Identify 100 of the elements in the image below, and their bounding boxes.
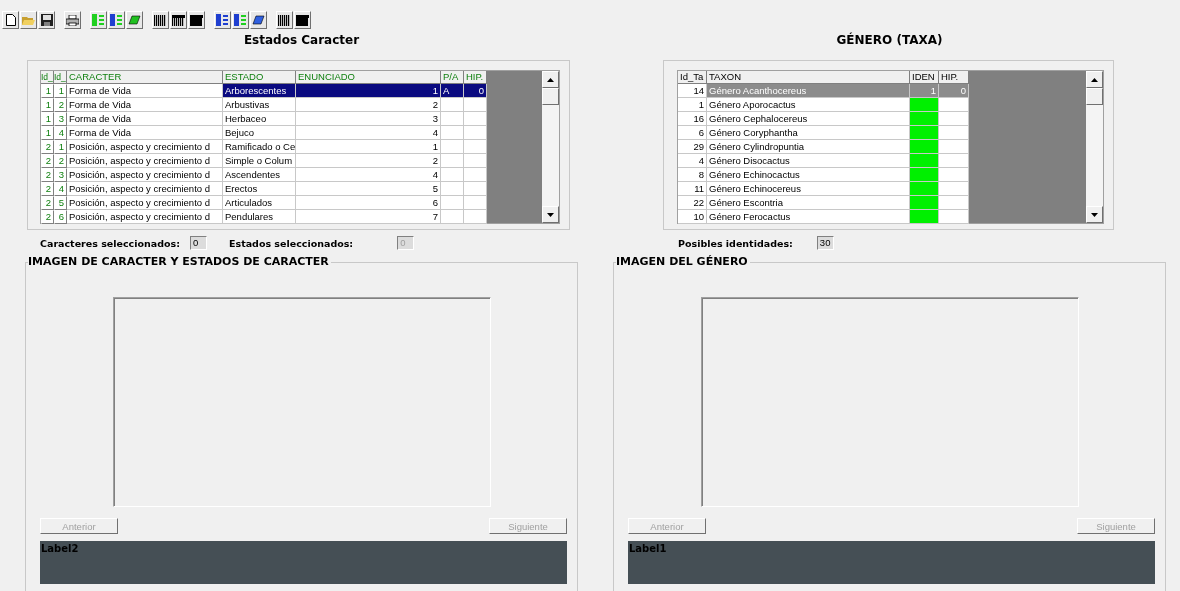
table-cell: Arbustivas [223,98,296,112]
table-cell: Género Coryphantha [707,126,910,140]
scroll-down-button[interactable] [542,206,559,223]
count-field[interactable]: 30 [816,236,834,250]
identity-cell [910,168,939,182]
barcode-icon [190,14,203,26]
panel-title: GÉNERO (TAXA) [836,33,943,49]
scroll-thumb[interactable] [1086,88,1103,105]
barcode-icon [172,14,185,26]
column-header[interactable]: Id_Ta [678,71,707,84]
toolbar-button[interactable] [108,11,125,29]
table-cell: 2 [296,98,441,112]
scroll-up-button[interactable] [542,71,559,88]
table-cell: Posición, aspecto y crecimiento d [67,196,223,210]
table-cell: 1 [296,140,441,154]
table-cell: 6 [296,196,441,210]
table-cell: A [441,84,464,98]
column-header[interactable]: ESTADO [223,71,296,84]
toolbar-button[interactable] [276,11,293,29]
table-cell: 3 [54,168,67,182]
table-cell: Posición, aspecto y crecimiento d [67,168,223,182]
table-cell: Bejuco [223,126,296,140]
table-cell: 1 [41,112,54,126]
column-header[interactable]: Id_ [54,71,67,84]
count-field[interactable]: 0 [190,236,207,250]
identity-cell [910,98,939,112]
table-cell: 2 [41,154,54,168]
column-header[interactable]: P/A [441,71,464,84]
scroll-up-button[interactable] [1086,71,1103,88]
column-header[interactable]: Id_ [41,71,54,84]
identity-cell [910,112,939,126]
identity-cell [910,210,939,224]
table-cell: 4 [54,126,67,140]
toolbar-button[interactable] [126,11,143,29]
table-cell: 10 [678,210,707,224]
toolbar-button[interactable] [38,11,55,29]
printer-icon [66,14,79,26]
scroll-up-icon [1091,77,1098,82]
toolbar-button[interactable] [2,11,19,29]
identity-cell [910,140,939,154]
column-header[interactable]: TAXON [707,71,910,84]
folder-icon [22,14,35,26]
label-panel: Label1 [628,541,1155,584]
list-icon [234,14,247,26]
barcode-icon [278,14,291,26]
table-cell: Articulados [223,196,296,210]
table-cell: 4 [54,182,67,196]
table-cell: 29 [678,140,707,154]
barcode-icon [296,14,309,26]
table-cell: 8 [678,168,707,182]
scroll-thumb[interactable] [542,88,559,105]
new-file-icon [5,14,16,26]
table-cell: 1 [54,84,67,98]
table-cell: Género Acanthocereus [707,84,910,98]
eraser-icon [128,15,141,25]
identity-cell [910,126,939,140]
toolbar-button[interactable] [64,11,81,29]
table-cell: Forma de Vida [67,98,223,112]
scrollbar[interactable] [1086,71,1103,223]
identity-cell [910,196,939,210]
toolbar-button[interactable] [188,11,205,29]
table-cell: 0 [939,84,969,98]
toolbar-button[interactable] [170,11,187,29]
table-cell: 4 [296,126,441,140]
toolbar-button[interactable] [250,11,267,29]
table-cell: 2 [54,98,67,112]
table-cell: 6 [54,210,67,224]
scroll-down-icon [547,212,554,217]
table-cell: Forma de Vida [67,84,223,98]
table-cell: Pendulares [223,210,296,224]
table-cell: 2 [296,154,441,168]
table-cell: 16 [678,112,707,126]
toolbar-button[interactable] [294,11,311,29]
column-header[interactable]: ENUNCIADO [296,71,441,84]
scroll-down-button[interactable] [1086,206,1103,223]
table-cell: Género Disocactus [707,154,910,168]
table-cell: 2 [41,168,54,182]
table-cell: Erectos [223,182,296,196]
table-cell: 1 [54,140,67,154]
scrollbar[interactable] [542,71,559,223]
table-cell: 0 [464,84,487,98]
table-cell: 2 [41,140,54,154]
panel-title: Estados Caracter [243,33,360,49]
table-cell: Posición, aspecto y crecimiento d [67,154,223,168]
toolbar-button[interactable] [232,11,249,29]
list-icon [92,14,105,26]
column-header[interactable]: CARACTER [67,71,223,84]
stat-label: Posibles identidades: [678,237,793,249]
table-cell: 2 [41,210,54,224]
column-header[interactable]: HIP. [464,71,487,84]
table-cell: Forma de Vida [67,126,223,140]
table-cell: Género Cylindropuntia [707,140,910,154]
table-cell: 3 [296,112,441,126]
table-cell: 2 [54,154,67,168]
identity-cell [910,154,939,168]
column-header[interactable]: IDEN [910,71,939,84]
toolbar-button[interactable] [214,11,231,29]
toolbar-button[interactable] [152,11,169,29]
column-header[interactable]: HIP. [939,71,969,84]
barcode-icon [154,14,167,26]
